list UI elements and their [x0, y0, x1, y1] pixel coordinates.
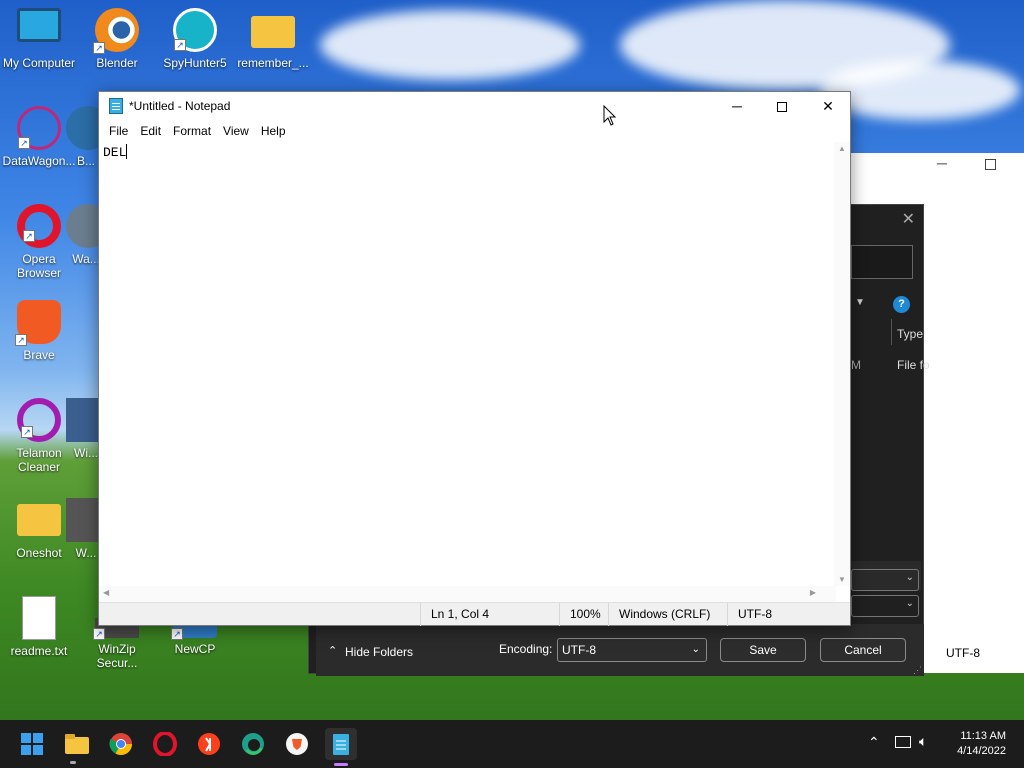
save-button[interactable]: Save: [720, 638, 806, 662]
minimize-icon: ─: [732, 98, 742, 114]
active-indicator: [334, 763, 348, 766]
text-file-icon: [22, 596, 56, 640]
cancel-button[interactable]: Cancel: [820, 638, 906, 662]
menu-help[interactable]: Help: [255, 124, 292, 138]
minimize-button[interactable]: ─: [714, 92, 760, 120]
maximize-icon: [777, 102, 787, 113]
desktop-icon-readme[interactable]: readme.txt: [1, 596, 77, 658]
scroll-right-icon[interactable]: ▶: [810, 588, 816, 597]
clock-date: 4/14/2022: [957, 745, 1006, 757]
chevron-up-icon[interactable]: ⌃: [868, 734, 880, 751]
yandex-icon[interactable]: [193, 728, 225, 760]
menu-format[interactable]: Format: [167, 124, 217, 138]
zoom-level: 100%: [559, 603, 609, 626]
volume-icon[interactable]: 🔈︎: [919, 733, 927, 750]
close-icon: ✕: [822, 98, 834, 114]
desktop-icon-blender[interactable]: ↗ Blender: [79, 8, 155, 70]
notepad-icon[interactable]: [325, 728, 357, 766]
maximize-button[interactable]: [759, 92, 805, 120]
clock-time: 11:13 AM: [960, 730, 1006, 742]
start-icon[interactable]: [16, 728, 48, 760]
running-indicator: [70, 761, 76, 764]
filename-field[interactable]: ⌄: [851, 569, 919, 591]
telamon-cleaner-icon: ↗: [17, 398, 61, 442]
edge-icon[interactable]: [237, 728, 269, 760]
menu-edit[interactable]: Edit: [134, 124, 167, 138]
text-editor[interactable]: DEL: [99, 142, 834, 586]
wallpaper-cloud: [320, 10, 580, 80]
spyhunter-icon: ↗: [173, 8, 217, 52]
vertical-scrollbar[interactable]: ▲ ▼: [834, 142, 850, 586]
desktop-icon-my-computer[interactable]: My Computer: [1, 8, 77, 70]
cursor-position: Ln 1, Col 4: [420, 603, 560, 626]
column-divider: [891, 319, 892, 345]
horizontal-scrollbar[interactable]: ◀ ▶: [99, 586, 836, 602]
view-dropdown-icon[interactable]: ▼: [855, 297, 865, 308]
notepad-icon: [109, 98, 123, 114]
desktop-icon-label: NewCP: [174, 642, 216, 656]
desktop-icon-label: readme.txt: [10, 644, 68, 658]
encoding-select-value: UTF-8: [562, 643, 596, 657]
desktop-icon-remember-folder[interactable]: remember_...: [235, 8, 311, 70]
menu-view[interactable]: View: [217, 124, 255, 138]
line-ending: Windows (CRLF): [608, 603, 728, 626]
opera-icon: ↗: [17, 204, 61, 248]
search-box[interactable]: [851, 245, 913, 279]
folder-icon: [251, 16, 295, 48]
window-title: *Untitled - Notepad: [129, 99, 231, 113]
date-fragment: M: [851, 358, 861, 372]
resize-grip-icon[interactable]: ⋰: [913, 665, 922, 676]
menu-file[interactable]: File: [103, 124, 134, 138]
minimize-icon[interactable]: ─: [937, 155, 947, 171]
save-dialog-footer: ⌃ Hide Folders Encoding: UTF-8 ⌄ Save Ca…: [316, 624, 924, 676]
encoding-select[interactable]: UTF-8 ⌄: [557, 638, 707, 662]
desktop-icon-spyhunter[interactable]: ↗ SpyHunter5: [157, 8, 233, 70]
opera-icon[interactable]: [149, 728, 181, 760]
type-cell: File fo: [897, 358, 930, 372]
close-button[interactable]: ✕: [805, 92, 851, 120]
folder-icon: [17, 504, 61, 536]
desktop-icon-label: My Computer: [2, 56, 76, 70]
desktop-icon-label: Blender: [96, 56, 138, 70]
desktop-icon-label: remember_...: [237, 56, 309, 70]
text-caret: [126, 144, 128, 159]
close-icon[interactable]: ✕: [902, 209, 915, 229]
encoding-label: Encoding:: [499, 642, 553, 656]
maximize-icon[interactable]: [985, 159, 996, 170]
mouse-cursor-icon: [603, 105, 617, 126]
datawagon-icon: ↗: [17, 106, 61, 150]
scroll-left-icon[interactable]: ◀: [103, 588, 109, 597]
blender-icon: ↗: [93, 8, 139, 54]
desktop-icon-label: WinZip Secur...: [96, 642, 138, 670]
column-header-type[interactable]: Type: [897, 327, 923, 341]
chevron-up-icon[interactable]: ⌃: [328, 644, 337, 657]
taskbar: ⌃ 🔈︎ 11:13 AM 4/14/2022: [0, 720, 1024, 768]
desktop-icon-label: Brave: [23, 348, 55, 362]
brave-lion-icon: ↗: [15, 300, 61, 346]
hide-folders-button[interactable]: Hide Folders: [345, 645, 413, 659]
menu-bar: File Edit Format View Help: [99, 120, 850, 142]
desktop-icon-brave[interactable]: ↗ Brave: [1, 300, 77, 362]
notepad-window: *Untitled - Notepad ─ ✕ File Edit Format…: [98, 91, 851, 626]
chrome-icon[interactable]: [105, 728, 137, 760]
clock[interactable]: 11:13 AM 4/14/2022: [957, 729, 1006, 759]
monitor-icon: [17, 8, 61, 42]
network-icon[interactable]: [895, 736, 911, 748]
status-bar: Ln 1, Col 4 100% Windows (CRLF) UTF-8: [99, 602, 850, 626]
scroll-up-icon[interactable]: ▲: [838, 144, 846, 153]
brave-icon[interactable]: [281, 728, 313, 760]
file-encoding: UTF-8: [727, 603, 847, 626]
editor-content: DEL: [103, 145, 127, 160]
filetype-field[interactable]: ⌄: [851, 595, 919, 617]
scroll-down-icon[interactable]: ▼: [838, 575, 846, 584]
chevron-down-icon: ⌄: [691, 644, 700, 655]
background-status-bar: UTF-8: [924, 638, 1024, 666]
help-icon[interactable]: ?: [893, 296, 910, 313]
background-encoding: UTF-8: [946, 646, 980, 660]
file-explorer-icon[interactable]: [61, 728, 93, 760]
desktop-icon-label: SpyHunter5: [163, 56, 227, 70]
